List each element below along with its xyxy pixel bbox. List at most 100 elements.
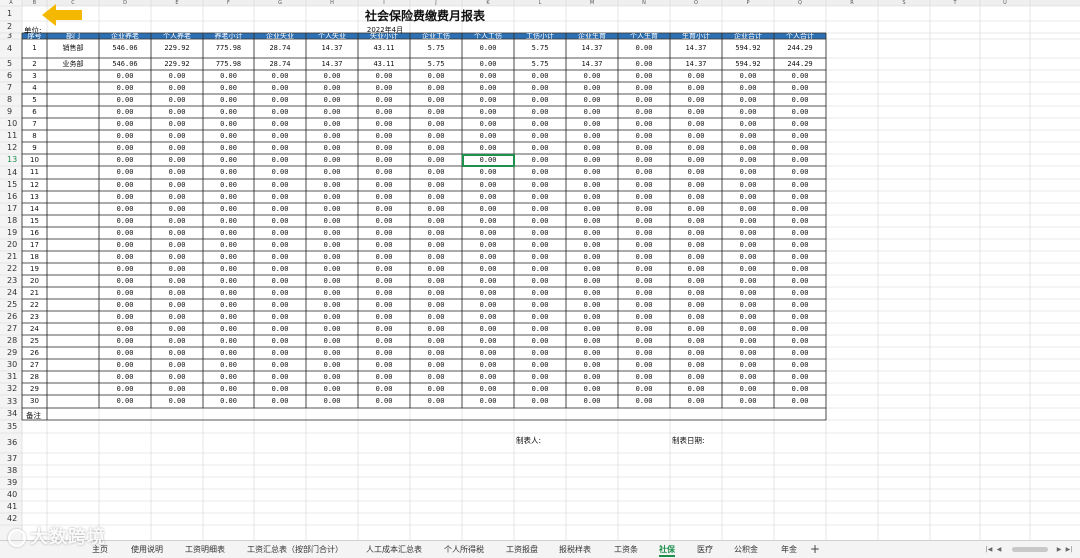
- table-cell[interactable]: 0.00: [358, 359, 410, 371]
- table-cell[interactable]: 0.00: [462, 203, 514, 215]
- table-cell[interactable]: 0.00: [462, 118, 514, 130]
- table-cell[interactable]: [47, 106, 99, 118]
- table-cell[interactable]: [47, 142, 99, 154]
- row-number[interactable]: 25: [0, 299, 22, 311]
- table-cell[interactable]: 0.00: [774, 383, 826, 395]
- row-number[interactable]: 16: [0, 191, 22, 203]
- table-cell[interactable]: 0.00: [722, 203, 774, 215]
- column-header-n[interactable]: N: [618, 0, 670, 6]
- table-cell[interactable]: 0.00: [722, 347, 774, 359]
- table-cell[interactable]: 0.00: [670, 347, 722, 359]
- table-cell[interactable]: 0.00: [774, 275, 826, 287]
- table-cell[interactable]: 0.00: [254, 251, 306, 263]
- table-cell[interactable]: 0.00: [514, 203, 566, 215]
- table-cell[interactable]: 0.00: [462, 371, 514, 383]
- table-cell[interactable]: 0.00: [670, 371, 722, 383]
- scrollbar-thumb[interactable]: [1012, 547, 1048, 552]
- table-cell[interactable]: 0.00: [722, 239, 774, 251]
- table-cell[interactable]: 0.00: [99, 227, 151, 239]
- table-cell[interactable]: 0.00: [358, 94, 410, 106]
- table-cell[interactable]: 0.00: [462, 70, 514, 82]
- table-cell[interactable]: 0.00: [254, 395, 306, 408]
- table-cell[interactable]: 0.00: [306, 323, 358, 335]
- table-cell[interactable]: 0.00: [722, 70, 774, 82]
- row-number[interactable]: 8: [0, 94, 22, 106]
- table-cell[interactable]: 0.00: [306, 130, 358, 142]
- row-number[interactable]: 7: [0, 82, 22, 94]
- table-cell[interactable]: 0.00: [618, 275, 670, 287]
- table-cell[interactable]: 0.00: [618, 94, 670, 106]
- table-cell[interactable]: 0.00: [462, 179, 514, 191]
- table-cell[interactable]: 0.00: [99, 251, 151, 263]
- table-cell[interactable]: 0.00: [203, 106, 254, 118]
- table-cell[interactable]: 0.00: [203, 263, 254, 275]
- row-number[interactable]: 1: [0, 6, 22, 21]
- table-cell[interactable]: 0.00: [151, 179, 203, 191]
- table-cell[interactable]: 0.00: [462, 106, 514, 118]
- table-cell[interactable]: 0.00: [774, 215, 826, 227]
- table-cell[interactable]: 0.00: [774, 299, 826, 311]
- table-cell[interactable]: 0.00: [618, 215, 670, 227]
- table-cell[interactable]: 0.00: [306, 275, 358, 287]
- table-cell[interactable]: 0.00: [358, 203, 410, 215]
- table-cell[interactable]: 0.00: [99, 311, 151, 323]
- table-cell[interactable]: 14.37: [306, 58, 358, 70]
- table-cell[interactable]: 0.00: [618, 70, 670, 82]
- row-number[interactable]: 35: [0, 420, 22, 433]
- table-cell[interactable]: 0.00: [306, 311, 358, 323]
- table-cell[interactable]: 0.00: [410, 299, 462, 311]
- table-cell[interactable]: 0.00: [462, 383, 514, 395]
- row-number[interactable]: 34: [0, 408, 22, 420]
- table-cell[interactable]: 0.00: [618, 58, 670, 70]
- table-cell[interactable]: 0.00: [99, 191, 151, 203]
- table-cell[interactable]: 0.00: [410, 251, 462, 263]
- scroll-first-icon[interactable]: |◀: [985, 546, 993, 553]
- table-cell[interactable]: 0.00: [151, 311, 203, 323]
- table-cell[interactable]: 0.00: [203, 130, 254, 142]
- table-cell[interactable]: 0.00: [99, 118, 151, 130]
- table-cell[interactable]: 0.00: [462, 215, 514, 227]
- table-cell[interactable]: 43.11: [358, 58, 410, 70]
- table-cell[interactable]: 0.00: [774, 347, 826, 359]
- table-cell[interactable]: 0.00: [774, 203, 826, 215]
- table-cell[interactable]: 0.00: [254, 191, 306, 203]
- table-cell[interactable]: 14.37: [306, 39, 358, 58]
- table-cell[interactable]: 0.00: [151, 239, 203, 251]
- table-cell[interactable]: 0.00: [566, 311, 618, 323]
- column-header-k[interactable]: K: [462, 0, 514, 6]
- table-cell[interactable]: 0.00: [99, 239, 151, 251]
- table-cell[interactable]: 25: [22, 335, 47, 347]
- table-cell[interactable]: 0.00: [618, 239, 670, 251]
- table-cell[interactable]: 0.00: [462, 39, 514, 58]
- back-arrow-icon[interactable]: [40, 3, 86, 27]
- table-cell[interactable]: 0.00: [99, 82, 151, 94]
- table-cell[interactable]: 0.00: [151, 251, 203, 263]
- table-cell[interactable]: 0.00: [99, 263, 151, 275]
- table-cell[interactable]: [47, 82, 99, 94]
- table-cell[interactable]: 0.00: [618, 203, 670, 215]
- table-cell[interactable]: 0.00: [462, 166, 514, 179]
- table-cell[interactable]: 0.00: [670, 299, 722, 311]
- table-cell[interactable]: 17: [22, 239, 47, 251]
- table-cell[interactable]: 0.00: [566, 118, 618, 130]
- table-cell[interactable]: 0.00: [618, 323, 670, 335]
- table-cell[interactable]: 0.00: [722, 263, 774, 275]
- table-cell[interactable]: 0.00: [722, 118, 774, 130]
- table-cell[interactable]: 0.00: [410, 142, 462, 154]
- table-cell[interactable]: 0.00: [203, 299, 254, 311]
- table-cell[interactable]: 0.00: [774, 287, 826, 299]
- table-cell[interactable]: 0.00: [358, 106, 410, 118]
- table-cell[interactable]: 0.00: [203, 395, 254, 408]
- column-header-o[interactable]: O: [670, 0, 722, 6]
- table-cell[interactable]: [47, 275, 99, 287]
- table-cell[interactable]: 43.11: [358, 39, 410, 58]
- table-cell[interactable]: 0.00: [99, 335, 151, 347]
- table-cell[interactable]: [47, 239, 99, 251]
- row-number[interactable]: 14: [0, 166, 22, 179]
- table-cell[interactable]: 0.00: [670, 227, 722, 239]
- table-cell[interactable]: 0.00: [566, 371, 618, 383]
- table-cell[interactable]: 0.00: [514, 130, 566, 142]
- table-cell[interactable]: 0.00: [151, 106, 203, 118]
- table-cell[interactable]: 0.00: [410, 395, 462, 408]
- sheet-tab[interactable]: 个人所得税: [444, 544, 484, 555]
